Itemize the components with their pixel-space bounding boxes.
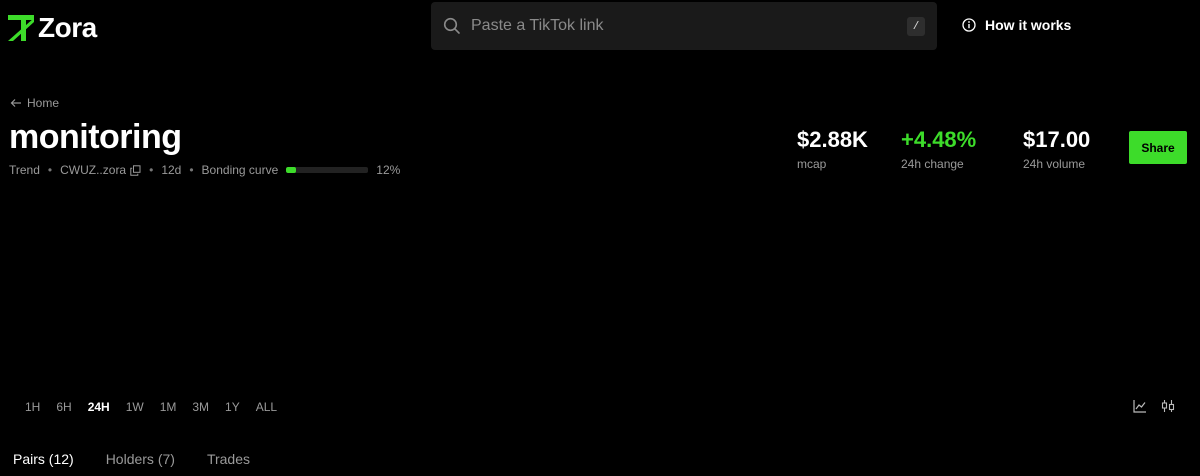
separator-dot: •: [189, 163, 194, 177]
volume-value: $17.00: [1023, 127, 1091, 152]
mcap-label: mcap: [797, 157, 827, 171]
token-category: Trend: [9, 163, 40, 177]
how-it-works-button[interactable]: How it works: [962, 17, 1071, 33]
tab-bar: Pairs (12) Holders (7) Trades: [13, 451, 282, 467]
arrow-left-icon: [10, 99, 21, 107]
token-address: CWUZ..zora: [60, 163, 127, 177]
breadcrumb-label: Home: [27, 96, 60, 110]
time-range-selector: 1H 6H 24H 1W 1M 3M 1Y ALL: [25, 400, 293, 414]
search-shortcut-key: /: [907, 17, 925, 36]
share-button[interactable]: Share: [1129, 131, 1187, 164]
tab-pairs[interactable]: Pairs (12): [13, 451, 74, 467]
zora-logo-icon: [8, 15, 34, 41]
separator-dot: •: [149, 163, 154, 177]
bonding-curve-percent: 12%: [376, 163, 401, 177]
how-it-works-label: How it works: [985, 17, 1072, 33]
tab-trades[interactable]: Trades: [207, 451, 250, 467]
bonding-curve-progress: [286, 167, 369, 173]
separator-dot: •: [47, 163, 53, 177]
zora-logo[interactable]: Zora: [8, 14, 97, 42]
range-1w[interactable]: 1W: [126, 400, 144, 414]
stat-24h-volume: $17.00 24h volume: [1023, 127, 1090, 171]
candlestick-icon[interactable]: [1161, 399, 1175, 413]
tab-holders[interactable]: Holders (7): [106, 451, 175, 467]
brand-name: Zora: [38, 12, 97, 43]
volume-label: 24h volume: [1023, 157, 1086, 171]
range-6h[interactable]: 6H: [56, 400, 71, 414]
range-1h[interactable]: 1H: [25, 400, 40, 414]
change-label: 24h change: [901, 157, 964, 171]
token-age: 12d: [161, 163, 182, 177]
range-1m[interactable]: 1M: [160, 400, 177, 414]
range-24h[interactable]: 24H: [88, 400, 110, 414]
info-icon: [962, 18, 976, 32]
page-title: monitoring: [9, 118, 182, 156]
search-input[interactable]: [471, 2, 891, 50]
token-meta: Trend • CWUZ..zora • 12d • Bonding curve…: [9, 162, 400, 178]
bonding-curve-progress-fill: [286, 167, 297, 173]
search-icon: [443, 17, 460, 34]
bonding-curve-label: Bonding curve: [201, 163, 279, 177]
range-all[interactable]: ALL: [256, 400, 277, 414]
range-1y[interactable]: 1Y: [225, 400, 240, 414]
stat-mcap: $2.88K mcap: [797, 127, 868, 171]
change-value: +4.48%: [901, 127, 977, 152]
breadcrumb-home[interactable]: Home: [10, 96, 59, 110]
range-3m[interactable]: 3M: [192, 400, 209, 414]
line-chart-icon[interactable]: [1133, 399, 1147, 413]
search-bar: /: [431, 2, 937, 50]
chart-tools: [1133, 399, 1175, 413]
copy-icon[interactable]: [130, 164, 141, 176]
stat-24h-change: +4.48% 24h change: [901, 127, 976, 171]
mcap-value: $2.88K: [797, 127, 868, 152]
